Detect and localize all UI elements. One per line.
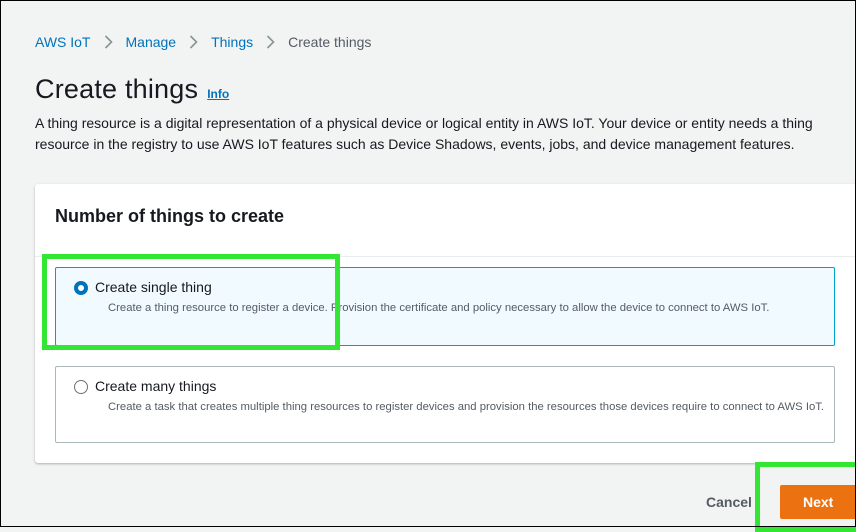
option-label: Create single thing <box>95 279 212 295</box>
next-button[interactable]: Next <box>780 485 856 519</box>
breadcrumb-manage[interactable]: Manage <box>126 34 177 50</box>
page-description: A thing resource is a digital representa… <box>35 115 813 152</box>
option-description: Create a task that creates multiple thin… <box>108 401 825 413</box>
breadcrumb-current: Create things <box>288 34 372 50</box>
option-create-single-thing[interactable]: Create single thing Create a thing resou… <box>55 267 835 346</box>
panel-header: Number of things to create <box>35 184 856 257</box>
radio-unselected-icon[interactable] <box>74 380 88 394</box>
option-description: Create a thing resource to register a de… <box>108 302 770 314</box>
option-create-many-things[interactable]: Create many things Create a task that cr… <box>55 366 835 443</box>
breadcrumb: AWS IoT Manage Things Create things <box>35 34 371 50</box>
breadcrumb-aws-iot[interactable]: AWS IoT <box>35 34 91 50</box>
chevron-right-icon <box>104 35 113 49</box>
chevron-right-icon <box>266 35 275 49</box>
option-label: Create many things <box>95 378 217 394</box>
info-link[interactable]: Info <box>207 87 229 101</box>
page-title: Create things <box>35 74 199 104</box>
cancel-button[interactable]: Cancel <box>706 494 752 510</box>
chevron-right-icon <box>189 35 198 49</box>
radio-selected-icon[interactable] <box>74 281 88 295</box>
page-header: Create things Info <box>35 74 229 105</box>
breadcrumb-things[interactable]: Things <box>211 34 253 50</box>
number-of-things-panel: Number of things to create Create single… <box>35 184 856 463</box>
